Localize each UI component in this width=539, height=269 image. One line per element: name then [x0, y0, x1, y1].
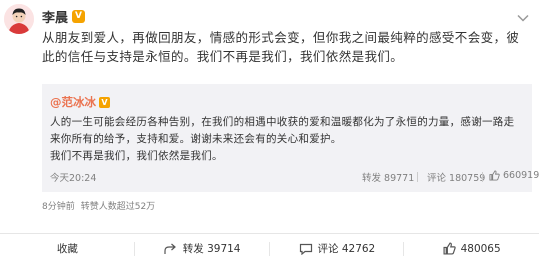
- repost-text-paragraph-2: 我们不再是我们，我们依然是我们。: [50, 150, 223, 162]
- post-meta: 8分钟前 转赞人数超过52万: [42, 199, 155, 212]
- author-info: 李晨 V: [42, 7, 86, 26]
- comment-icon: [299, 243, 312, 255]
- share-button[interactable]: 转发 39714: [135, 234, 270, 263]
- share-count: 转发 39714: [182, 243, 241, 255]
- favorite-button[interactable]: 收藏: [0, 234, 135, 263]
- repost-text-paragraph-1: 人的一生可能会经历各种告别，在我们的相遇中收获的爱和温暖都化为了永恒的力量，感谢…: [50, 116, 515, 145]
- repost-author-name[interactable]: @范冰冰: [50, 94, 96, 110]
- author-avatar[interactable]: [4, 4, 34, 34]
- author-name[interactable]: 李晨: [42, 7, 68, 26]
- post-reach: 转赞人数超过52万: [80, 202, 156, 212]
- verified-badge-icon: V: [99, 96, 110, 108]
- share-icon: [164, 243, 176, 254]
- divider: [482, 172, 483, 182]
- divider: [417, 172, 418, 182]
- thumbs-up-icon: [489, 170, 500, 181]
- comment-button[interactable]: 评论 42762: [270, 234, 405, 263]
- favorite-label: 收藏: [56, 243, 78, 255]
- verified-badge-icon: V: [72, 10, 86, 23]
- repost-author: @范冰冰 V: [50, 94, 110, 110]
- repost-like[interactable]: 660919: [489, 170, 539, 181]
- repost-card[interactable]: @范冰冰 V 人的一生可能会经历各种告别，在我们的相遇中收获的爱和温暖都化为了永…: [42, 84, 539, 192]
- repost-comment-count[interactable]: 评论 180759: [427, 170, 485, 184]
- repost-like-count: 660919: [503, 170, 539, 181]
- thumbs-up-icon: [443, 242, 456, 255]
- repost-meta: 今天20:24 转发 89771 评论 180759 660919: [42, 168, 539, 186]
- chevron-down-icon[interactable]: [517, 8, 529, 22]
- weibo-post: 李晨 V 从朋友到爱人，再做回朋友，情感的形式会变，但你我之间最纯粹的感受不会变…: [0, 0, 539, 269]
- post-time[interactable]: 8分钟前: [42, 199, 75, 212]
- repost-time[interactable]: 今天20:24: [50, 170, 96, 184]
- avatar-icon: [4, 4, 34, 34]
- post-text: 从朋友到爱人，再做回朋友，情感的形式会变，但你我之间最纯粹的感受不会变，彼此的信…: [42, 30, 520, 64]
- comment-count: 评论 42762: [317, 243, 376, 255]
- action-bar: 收藏 转发 39714 评论 42762 480065: [0, 233, 539, 263]
- repost-text: 人的一生可能会经历各种告别，在我们的相遇中收获的爱和温暖都化为了永恒的力量，感谢…: [50, 114, 520, 165]
- repost-share-count[interactable]: 转发 89771: [362, 170, 414, 184]
- like-count: 480065: [460, 242, 501, 255]
- like-button[interactable]: 480065: [404, 234, 539, 263]
